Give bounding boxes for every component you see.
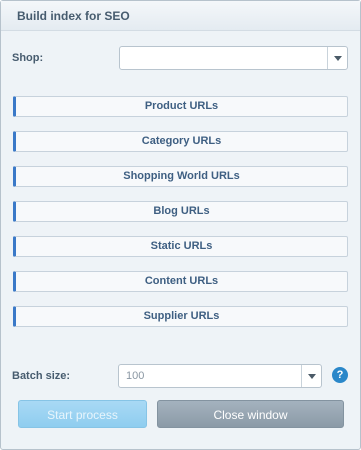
blog-urls-button[interactable]: Blog URLs (13, 201, 348, 222)
batch-size-value: 100 (126, 370, 145, 382)
batch-size-trigger[interactable] (301, 365, 321, 387)
start-process-button[interactable]: Start process (18, 400, 147, 428)
chevron-down-icon (308, 374, 316, 379)
close-window-button[interactable]: Close window (157, 400, 344, 428)
shopping-world-urls-button[interactable]: Shopping World URLs (13, 166, 348, 187)
shop-select[interactable] (119, 46, 348, 70)
static-urls-button[interactable]: Static URLs (13, 236, 348, 257)
chevron-down-icon (334, 56, 342, 61)
shop-label: Shop: (12, 52, 44, 64)
window-title: Build index for SEO (17, 9, 130, 23)
window-titlebar: Build index for SEO (1, 1, 360, 31)
content-urls-button[interactable]: Content URLs (13, 271, 348, 292)
shop-select-trigger[interactable] (327, 47, 347, 69)
batch-size-select[interactable]: 100 (118, 364, 322, 388)
batch-size-label: Batch size: (12, 370, 71, 382)
product-urls-button[interactable]: Product URLs (13, 96, 348, 117)
category-urls-button[interactable]: Category URLs (13, 131, 348, 152)
seo-index-window: Build index for SEO Shop: Product URLs C… (0, 0, 361, 450)
help-icon[interactable]: ? (332, 367, 348, 383)
supplier-urls-button[interactable]: Supplier URLs (13, 306, 348, 327)
